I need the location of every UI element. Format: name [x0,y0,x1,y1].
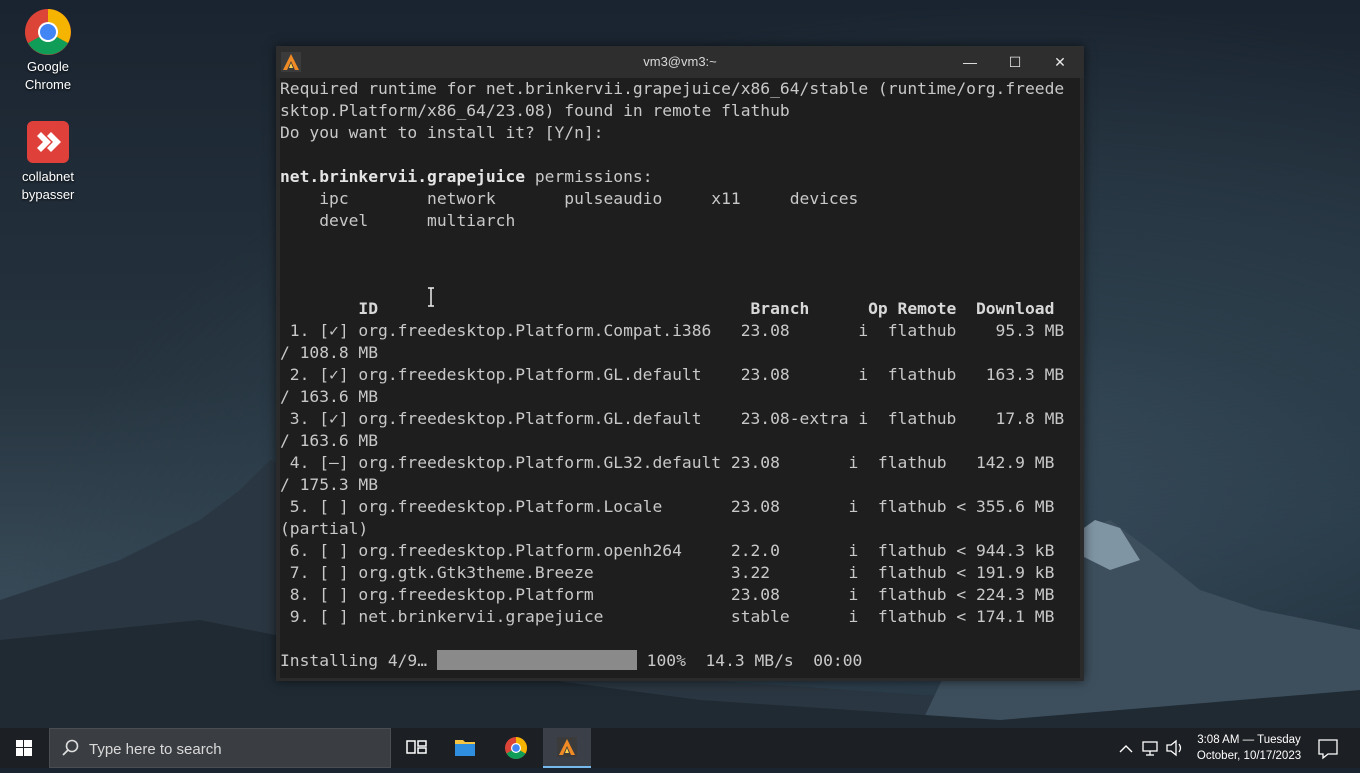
notifications-button[interactable] [1314,728,1342,768]
terminal-output[interactable]: Required runtime for net.brinkervii.grap… [280,78,1080,678]
table-row: 2. [✓] org.freedesktop.Platform.GL.defau… [280,365,1065,384]
maximize-button[interactable]: ☐ [992,46,1038,78]
table-row: 9. [ ] net.brinkervii.grapejuice stable … [280,607,1055,626]
network-tray-button[interactable] [1140,728,1162,768]
start-button[interactable] [0,728,48,768]
taskbar-clock[interactable]: 3:08 AM — Tuesday October, 10/17/2023 [1190,732,1308,764]
terminal-window[interactable]: vm3@vm3:~ — ☐ ✕ Required runtime for net… [276,46,1084,681]
network-icon [1142,741,1158,756]
output-line: Do you want to install it? [Y/n]: [280,123,604,142]
taskbar-terminal[interactable] [543,728,591,768]
desktop-icon-label: Google [27,59,69,74]
text-cursor-icon [428,287,434,307]
output-line: sktop.Platform/x86_64/23.08) found in re… [280,101,790,120]
table-row: 7. [ ] org.gtk.Gtk3theme.Breeze 3.22 i f… [280,563,1055,582]
chrome-icon [24,8,72,56]
windows-logo-icon [16,740,32,756]
clock-time: 3:08 AM — Tuesday [1197,734,1301,746]
close-button[interactable]: ✕ [1037,46,1083,78]
taskbar-file-explorer[interactable] [441,728,489,768]
table-row: 8. [ ] org.freedesktop.Platform 23.08 i … [280,585,1055,604]
chevron-up-icon [1119,745,1133,753]
table-header: ID Branch Op Remote Download [280,299,1055,318]
desktop-icon-collabnet-bypasser[interactable]: collabnet bypasser [8,118,88,204]
desktop-icon-label: collabnet [21,169,75,184]
chrome-icon [505,737,527,759]
desktop-icon-label: Chrome [24,77,72,92]
volume-tray-button[interactable] [1164,728,1186,768]
table-row: 1. [✓] org.freedesktop.Platform.Compat.i… [280,321,1065,340]
title-bar[interactable]: vm3@vm3:~ — ☐ ✕ [276,46,1084,78]
table-row: / 163.6 MB [280,387,379,406]
table-row: (partial) [280,519,369,538]
table-row: 6. [ ] org.freedesktop.Platform.openh264… [280,541,1055,560]
task-view-icon [406,740,427,754]
permissions-label: permissions: [525,167,653,186]
notification-icon [1318,739,1338,760]
folder-icon [455,740,475,756]
taskbar-chrome[interactable] [492,728,540,768]
minimize-button[interactable]: — [947,46,993,78]
anydesk-icon [24,118,72,166]
taskbar-search-box[interactable]: Type here to search [49,728,391,768]
table-row: 4. [–] org.freedesktop.Platform.GL32.def… [280,453,1055,472]
alacritty-icon [557,737,577,757]
output-line: Required runtime for net.brinkervii.grap… [280,79,1065,98]
install-progress-bar [436,650,637,670]
install-stats: 100% 14.3 MB/s 00:00 [636,651,863,670]
desktop-icon-label: bypasser [21,187,75,202]
permissions-row: devel multiarch [280,211,516,230]
taskbar: Type here to search 3:08 AM — Tuesday Oc… [0,728,1360,768]
table-row: / 108.8 MB [280,343,379,362]
install-status: Installing 4/9… [280,651,428,670]
table-row: / 175.3 MB [280,475,379,494]
speaker-icon [1166,739,1182,757]
clock-date: October, 10/17/2023 [1196,750,1302,762]
show-hidden-icons-button[interactable] [1116,728,1136,768]
task-view-button[interactable] [392,728,440,768]
table-row: 5. [ ] org.freedesktop.Platform.Locale 2… [280,497,1055,516]
table-row: / 163.6 MB [280,431,379,450]
desktop-icon-chrome[interactable]: Google Chrome [8,8,88,94]
permissions-row: ipc network pulseaudio x11 devices [280,189,859,208]
permissions-app-id: net.brinkervii.grapejuice [280,167,526,186]
search-placeholder: Type here to search [89,741,222,758]
table-row: 3. [✓] org.freedesktop.Platform.GL.defau… [280,409,1065,428]
search-icon [62,739,79,756]
